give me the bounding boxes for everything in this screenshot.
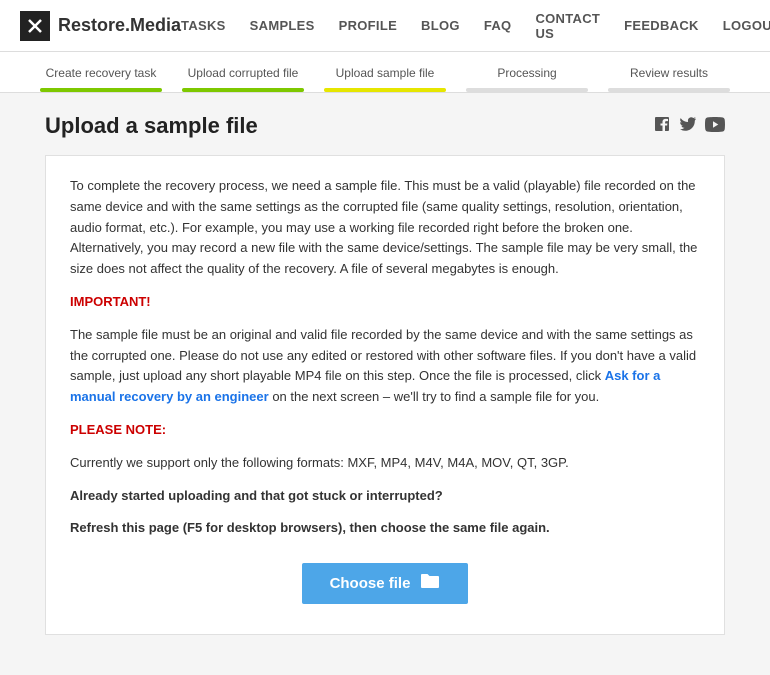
main-nav: TASKS SAMPLES PROFILE BLOG FAQ CONTACT U… (181, 11, 770, 41)
facebook-icon[interactable] (653, 115, 671, 138)
step-upload-sample: Upload sample file (314, 52, 456, 92)
step-label: Upload corrupted file (182, 66, 304, 80)
logo[interactable]: Restore.Media (20, 11, 181, 41)
important-label: IMPORTANT! (70, 292, 700, 313)
please-note-label: PLEASE NOTE: (70, 420, 700, 441)
step-processing: Processing (456, 52, 598, 92)
content-box: To complete the recovery process, we nee… (45, 155, 725, 635)
social-icons (653, 115, 725, 138)
choose-file-label: Choose file (330, 575, 411, 592)
step-progress-bar (182, 88, 304, 92)
step-label: Upload sample file (324, 66, 446, 80)
manual-recovery-link[interactable]: Ask for a manual recovery by an engineer (70, 368, 660, 404)
nav-samples[interactable]: SAMPLES (250, 18, 315, 33)
bold-note: Already started uploading and that got s… (70, 486, 700, 540)
folder-icon (420, 573, 440, 594)
nav-faq[interactable]: FAQ (484, 18, 512, 33)
youtube-icon[interactable] (705, 116, 725, 137)
step-review-results: Review results (598, 52, 740, 92)
main-content: Upload a sample file To complete the rec… (25, 93, 745, 675)
nav-logout[interactable]: LOGOUT (723, 18, 770, 33)
page-title: Upload a sample file (45, 113, 258, 139)
logo-text: Restore.Media (58, 15, 181, 36)
nav-blog[interactable]: BLOG (421, 18, 460, 33)
nav-feedback[interactable]: FEEDBACK (624, 18, 699, 33)
step-progress-bar (40, 88, 162, 92)
step-label: Processing (466, 66, 588, 80)
step-progress-bar (324, 88, 446, 92)
nav-profile[interactable]: PROFILE (339, 18, 397, 33)
step-upload-corrupted: Upload corrupted file (172, 52, 314, 92)
choose-file-section: Choose file (70, 563, 700, 604)
bold-note-line1: Already started uploading and that got s… (70, 486, 700, 507)
choose-file-button[interactable]: Choose file (302, 563, 469, 604)
description-paragraph: To complete the recovery process, we nee… (70, 176, 700, 280)
step-progress-bar (466, 88, 588, 92)
nav-tasks[interactable]: TASKS (181, 18, 226, 33)
nav-contact-us[interactable]: CONTACT US (535, 11, 600, 41)
bold-note-line2: Refresh this page (F5 for desktop browse… (70, 518, 700, 539)
header: Restore.Media TASKS SAMPLES PROFILE BLOG… (0, 0, 770, 52)
page-header: Upload a sample file (45, 113, 725, 139)
important-text: The sample file must be an original and … (70, 325, 700, 408)
step-label: Review results (608, 66, 730, 80)
step-progress-bar (608, 88, 730, 92)
step-create-recovery: Create recovery task (30, 52, 172, 92)
twitter-icon[interactable] (679, 115, 697, 138)
step-label: Create recovery task (40, 66, 162, 80)
please-note-text: Currently we support only the following … (70, 453, 700, 474)
steps-bar: Create recovery task Upload corrupted fi… (0, 52, 770, 93)
logo-icon (20, 11, 50, 41)
